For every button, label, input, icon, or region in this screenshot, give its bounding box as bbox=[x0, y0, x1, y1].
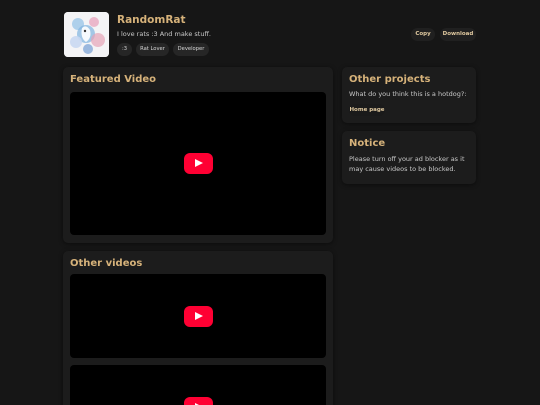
other-projects-card: Other projects What do you think this is… bbox=[342, 67, 476, 123]
featured-video-player[interactable] bbox=[70, 92, 326, 235]
other-videos-card: Other videos bbox=[63, 251, 333, 405]
download-button[interactable]: Download bbox=[440, 28, 476, 41]
home-page-button[interactable]: Home page bbox=[349, 104, 385, 116]
other-projects-title: Other projects bbox=[349, 74, 431, 85]
other-videos-title: Other videos bbox=[70, 258, 143, 269]
featured-video-card: Featured Video bbox=[63, 67, 333, 243]
tag-smile: :3 bbox=[117, 43, 132, 56]
tag-rat-lover: Rat Lover bbox=[136, 43, 169, 56]
profile-name: RandomRat bbox=[117, 14, 186, 26]
notice-card: Notice Please turn off your ad blocker a… bbox=[342, 131, 476, 184]
play-icon[interactable] bbox=[184, 153, 213, 174]
avatar-artwork bbox=[64, 12, 109, 57]
featured-video-title: Featured Video bbox=[70, 74, 157, 85]
play-icon[interactable] bbox=[184, 306, 213, 327]
other-projects-text: What do you think this is a hotdog?: bbox=[349, 90, 467, 98]
video-player[interactable] bbox=[70, 365, 326, 405]
profile-bio: I love rats :3 And make stuff. bbox=[117, 30, 211, 38]
avatar bbox=[64, 12, 109, 57]
copy-button[interactable]: Copy bbox=[411, 28, 435, 41]
tag-developer: Developer bbox=[173, 43, 209, 56]
video-player[interactable] bbox=[70, 274, 326, 358]
notice-title: Notice bbox=[349, 138, 386, 149]
play-icon[interactable] bbox=[184, 397, 213, 405]
notice-text: Please turn off your ad blocker as it ma… bbox=[349, 155, 465, 173]
